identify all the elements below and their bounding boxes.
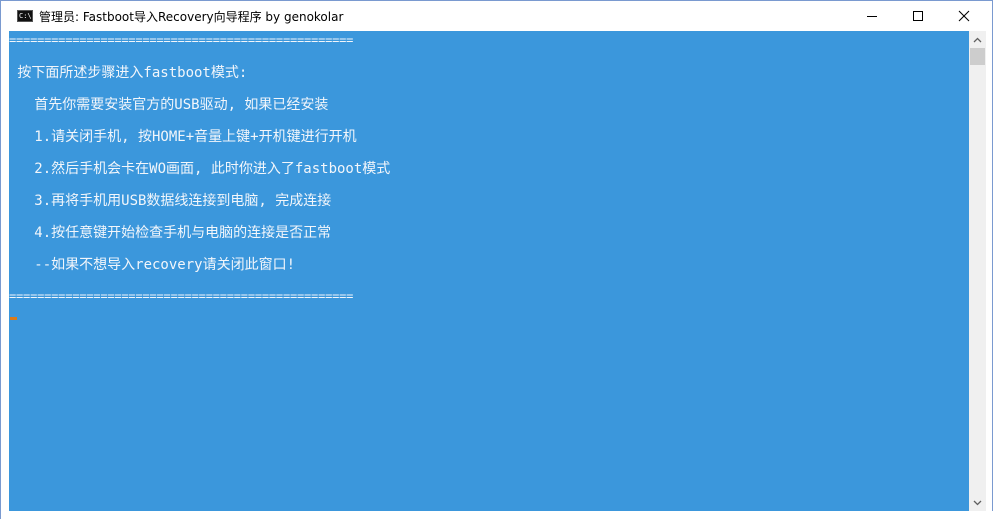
console-output[interactable]: ========================================…	[9, 31, 969, 511]
scroll-up-icon	[973, 37, 982, 42]
vertical-scrollbar[interactable]	[969, 31, 986, 511]
console-line-step-1: 1.请关闭手机, 按HOME+音量上键+开机键进行开机	[9, 129, 357, 145]
maximize-icon	[913, 11, 923, 21]
minimize-icon	[867, 16, 877, 17]
scroll-thumb[interactable]	[970, 48, 985, 65]
title-bar[interactable]: C:\ 管理员: Fastboot导入Recovery向导程序 by genok…	[1, 1, 992, 31]
separator-line-top: ========================================…	[9, 33, 354, 47]
text-cursor	[10, 317, 17, 320]
window-title: 管理员: Fastboot导入Recovery向导程序 by genokolar	[39, 10, 344, 24]
console-line-close-hint: --如果不想导入recovery请关闭此窗口!	[9, 257, 296, 273]
console-window: C:\ 管理员: Fastboot导入Recovery向导程序 by genok…	[0, 0, 993, 520]
console-line-usb-driver: 首先你需要安装官方的USB驱动, 如果已经安装	[9, 97, 329, 113]
maximize-button[interactable]	[895, 1, 941, 31]
close-button[interactable]	[941, 1, 987, 31]
cmd-console-icon[interactable]: C:\	[17, 10, 33, 22]
scroll-down-button[interactable]	[969, 494, 986, 511]
minimize-button[interactable]	[849, 1, 895, 31]
close-icon	[958, 10, 970, 22]
console-line-step-2: 2.然后手机会卡在WO画面, 此时你进入了fastboot模式	[9, 161, 391, 177]
scroll-up-button[interactable]	[969, 31, 986, 48]
console-line-step-3: 3.再将手机用USB数据线连接到电脑, 完成连接	[9, 193, 332, 209]
scroll-down-icon	[973, 500, 982, 505]
console-line-step-4: 4.按任意键开始检查手机与电脑的连接是否正常	[9, 225, 332, 241]
separator-line-bottom: ========================================…	[9, 289, 354, 303]
console-line-heading: 按下面所述步骤进入fastboot模式:	[9, 65, 248, 81]
